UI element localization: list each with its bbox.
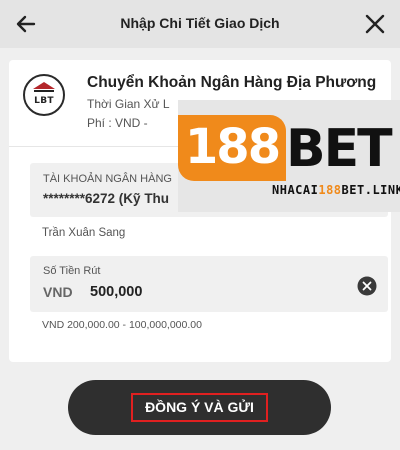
watermark-link-highlight: 188 (318, 183, 342, 197)
clear-amount-button[interactable] (357, 276, 377, 296)
currency-label: VND (43, 284, 73, 300)
page-title: Nhập Chi Tiết Giao Dịch (120, 15, 280, 31)
bank-account-value: ********6272 (Kỹ Thu (43, 191, 170, 206)
bank-method-name: Chuyển Khoản Ngân Hàng Địa Phương (87, 74, 377, 91)
amount-label: Số Tiền Rút (43, 265, 101, 277)
processing-time: Thời Gian Xử L (87, 97, 170, 111)
watermark-number-box: 188 (178, 115, 286, 181)
watermark-link: NHACAI188BET.LINK (272, 183, 400, 197)
fee-text: Phí : VND - (87, 116, 148, 130)
amount-input[interactable]: Số Tiền Rút VND 500,000 (30, 256, 388, 312)
bank-account-label: TÀI KHOẢN NGÂN HÀNG (43, 173, 172, 185)
header-bar: Nhập Chi Tiết Giao Dịch (0, 0, 400, 48)
bank-building-icon (33, 82, 55, 92)
account-holder-name: Trần Xuân Sang (42, 227, 126, 239)
bank-logo-text: LBT (34, 96, 54, 106)
amount-value[interactable]: 500,000 (90, 284, 142, 300)
clear-circle-icon (357, 276, 377, 296)
submit-button[interactable]: ĐỒNG Ý VÀ GỬI (68, 380, 331, 435)
watermark-logo: 188 BET NHACAI188BET.LINK (178, 100, 400, 212)
close-button[interactable] (362, 11, 388, 37)
amount-range-hint: VND 200,000.00 - 100,000,000.00 (42, 319, 202, 331)
watermark-link-suffix: BET.LINK (341, 183, 400, 197)
watermark-link-prefix: NHACAI (272, 183, 319, 197)
close-icon (365, 14, 385, 34)
bank-logo: LBT (23, 74, 65, 116)
watermark-word: BET (286, 119, 393, 179)
watermark-number: 188 (184, 119, 281, 175)
submit-button-label: ĐỒNG Ý VÀ GỬI (131, 393, 268, 422)
